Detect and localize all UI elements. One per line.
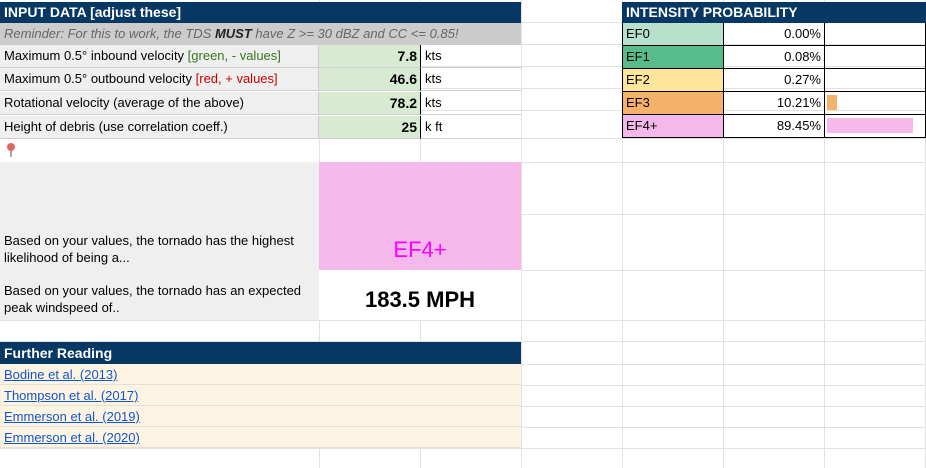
reference-link[interactable]: Emmerson et al. (2020) bbox=[0, 427, 521, 448]
intensity-bar-cell[interactable] bbox=[824, 92, 926, 115]
intensity-bar-cell[interactable] bbox=[824, 115, 926, 138]
windspeed-label[interactable]: Based on your values, the tornado has an… bbox=[0, 270, 319, 320]
likelihood-value[interactable]: EF4+ bbox=[319, 162, 521, 270]
input-label-note: [green, - values] bbox=[187, 48, 281, 63]
reminder-emphasis: MUST bbox=[214, 26, 252, 41]
reminder-text: have Z >= 30 dBZ and CC <= 0.85! bbox=[251, 26, 459, 41]
intensity-percentage[interactable]: 10.21% bbox=[723, 92, 825, 115]
reference-link[interactable]: Emmerson et al. (2019) bbox=[0, 406, 521, 427]
input-row-label[interactable]: Rotational velocity (average of the abov… bbox=[0, 92, 319, 115]
input-row-label[interactable]: Maximum 0.5° inbound velocity [green, - … bbox=[0, 45, 319, 68]
input-label-text: Maximum 0.5° outbound velocity bbox=[4, 71, 196, 86]
input-row-label[interactable]: Height of debris (use correlation coeff.… bbox=[0, 116, 319, 139]
input-value-field[interactable]: 46.6 bbox=[319, 68, 421, 91]
input-row-label[interactable]: Maximum 0.5° outbound velocity [red, + v… bbox=[0, 68, 319, 91]
intensity-category[interactable]: EF3 bbox=[622, 92, 724, 115]
further-reading-header[interactable]: Further Reading bbox=[0, 342, 521, 364]
intensity-category[interactable]: EF0 bbox=[622, 23, 724, 46]
input-value-field[interactable]: 25 bbox=[319, 116, 421, 139]
input-data-header[interactable]: INPUT DATA [adjust these] bbox=[0, 2, 521, 23]
intensity-percentage[interactable]: 0.00% bbox=[723, 23, 825, 46]
input-label-text: Rotational velocity (average of the abov… bbox=[4, 95, 244, 110]
reference-link[interactable]: Bodine et al. (2013) bbox=[0, 364, 521, 385]
input-unit[interactable]: kts bbox=[421, 92, 521, 115]
grid-line bbox=[0, 448, 926, 449]
intensity-category[interactable]: EF1 bbox=[622, 46, 724, 69]
input-unit[interactable]: k ft bbox=[421, 116, 521, 139]
input-label-text: Height of debris (use correlation coeff.… bbox=[4, 119, 228, 134]
input-unit[interactable]: kts bbox=[421, 45, 521, 68]
reminder-note[interactable]: Reminder: For this to work, the TDS MUST… bbox=[0, 23, 521, 45]
grid-line bbox=[0, 320, 926, 321]
intensity-percentage[interactable]: 0.08% bbox=[723, 46, 825, 69]
intensity-category[interactable]: EF4+ bbox=[622, 115, 724, 138]
intensity-bar-cell[interactable] bbox=[824, 69, 926, 92]
reminder-text: Reminder: For this to work, the TDS bbox=[4, 26, 215, 41]
intensity-bar bbox=[827, 118, 913, 133]
likelihood-label[interactable]: Based on your values, the tornado has th… bbox=[0, 162, 319, 270]
pushpin-icon bbox=[5, 142, 21, 160]
intensity-percentage[interactable]: 0.27% bbox=[723, 69, 825, 92]
reference-link[interactable]: Thompson et al. (2017) bbox=[0, 385, 521, 406]
windspeed-value[interactable]: 183.5 MPH bbox=[319, 270, 521, 320]
intensity-percentage[interactable]: 89.45% bbox=[723, 115, 825, 138]
intensity-bar-cell[interactable] bbox=[824, 46, 926, 69]
intensity-header[interactable]: INTENSITY PROBABILITY bbox=[622, 2, 926, 23]
input-value-field[interactable]: 78.2 bbox=[319, 92, 421, 115]
input-unit[interactable]: kts bbox=[421, 68, 521, 91]
input-label-note: [red, + values] bbox=[195, 71, 278, 86]
input-label-text: Maximum 0.5° inbound velocity bbox=[4, 48, 188, 63]
intensity-bar bbox=[827, 95, 837, 110]
intensity-bar-cell[interactable] bbox=[824, 23, 926, 46]
grid-line bbox=[521, 0, 522, 468]
intensity-category[interactable]: EF2 bbox=[622, 69, 724, 92]
input-value-field[interactable]: 7.8 bbox=[319, 45, 421, 68]
